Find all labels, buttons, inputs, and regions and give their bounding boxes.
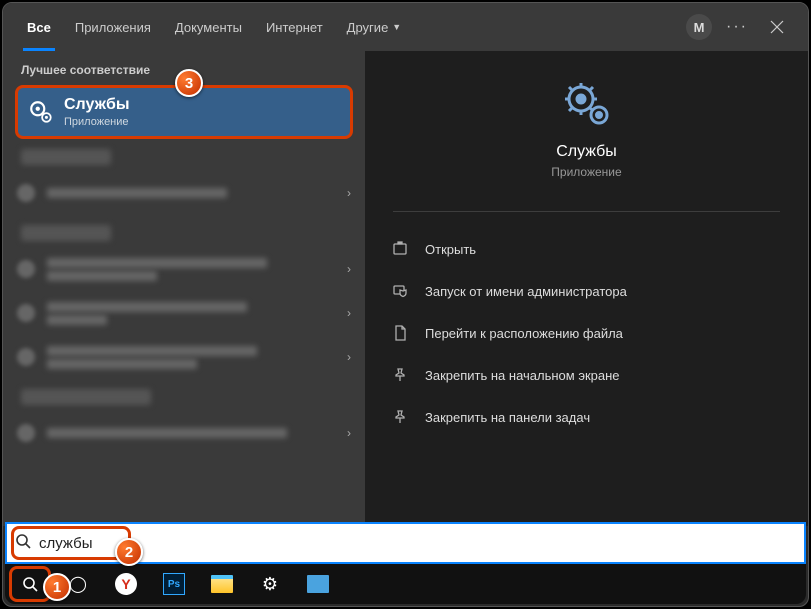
other-results: › › › › › (3, 149, 365, 455)
action-open[interactable]: Открыть (389, 228, 784, 270)
taskbar-control-panel[interactable] (297, 567, 339, 601)
folder-icon (211, 575, 233, 593)
step-badge-1: 1 (43, 573, 71, 601)
taskbar-file-explorer[interactable] (201, 567, 243, 601)
action-pin-to-start[interactable]: Закрепить на начальном экране (389, 354, 784, 396)
file-location-icon (389, 325, 411, 341)
search-icon (15, 533, 31, 554)
action-pin-to-taskbar[interactable]: Закрепить на панели задач (389, 396, 784, 438)
list-item[interactable]: › (17, 247, 351, 291)
gear-icon: ⚙ (262, 574, 278, 595)
pin-start-icon (389, 367, 411, 383)
action-open-file-location[interactable]: Перейти к расположению файла (389, 312, 784, 354)
chevron-right-icon: › (347, 426, 351, 440)
control-panel-icon (307, 575, 329, 593)
list-item[interactable]: › (17, 335, 351, 379)
chevron-right-icon: › (347, 350, 351, 364)
yandex-icon: Y (115, 573, 137, 595)
taskbar-yandex-browser[interactable]: Y (105, 567, 147, 601)
results-panel: Лучшее соответствие Службы Приложение › … (3, 51, 365, 526)
list-item[interactable]: › (17, 411, 351, 455)
close-icon (770, 20, 784, 34)
chevron-down-icon: ▼ (392, 22, 401, 32)
list-item[interactable]: › (17, 291, 351, 335)
divider (393, 211, 780, 212)
tab-internet[interactable]: Интернет (254, 3, 335, 51)
taskbar-settings[interactable]: ⚙ (249, 567, 291, 601)
chevron-right-icon: › (347, 306, 351, 320)
action-run-as-admin[interactable]: Запуск от имени администратора (389, 270, 784, 312)
taskbar: ◯ Y Ps ⚙ (5, 564, 806, 604)
search-icon (22, 576, 38, 592)
result-title: Службы (64, 96, 130, 114)
result-subtitle: Приложение (64, 116, 130, 128)
list-item[interactable]: › (17, 171, 351, 215)
tab-more[interactable]: Другие▼ (335, 3, 414, 51)
tab-documents[interactable]: Документы (163, 3, 254, 51)
tab-all[interactable]: Все (15, 3, 63, 51)
open-icon (389, 241, 411, 257)
photoshop-icon: Ps (163, 573, 185, 595)
detail-subtitle: Приложение (551, 165, 621, 179)
circle-icon: ◯ (69, 574, 87, 594)
admin-shield-icon (389, 283, 411, 299)
tab-apps[interactable]: Приложения (63, 3, 163, 51)
user-avatar[interactable]: M (686, 14, 712, 40)
services-gear-icon (28, 99, 54, 125)
more-options-button[interactable]: ··· (726, 18, 748, 36)
chevron-right-icon: › (347, 262, 351, 276)
services-gear-icon (561, 79, 613, 131)
search-filter-tabs: Все Приложения Документы Интернет Другие… (3, 3, 808, 51)
pin-taskbar-icon (389, 409, 411, 425)
step-badge-2: 2 (115, 538, 143, 566)
search-input[interactable] (39, 535, 796, 552)
chevron-right-icon: › (347, 186, 351, 200)
step-badge-3: 3 (175, 69, 203, 97)
detail-title: Службы (556, 143, 617, 161)
detail-panel: Службы Приложение Открыть Запуск от имен… (365, 51, 808, 526)
taskbar-photoshop[interactable]: Ps (153, 567, 195, 601)
close-button[interactable] (758, 3, 796, 51)
